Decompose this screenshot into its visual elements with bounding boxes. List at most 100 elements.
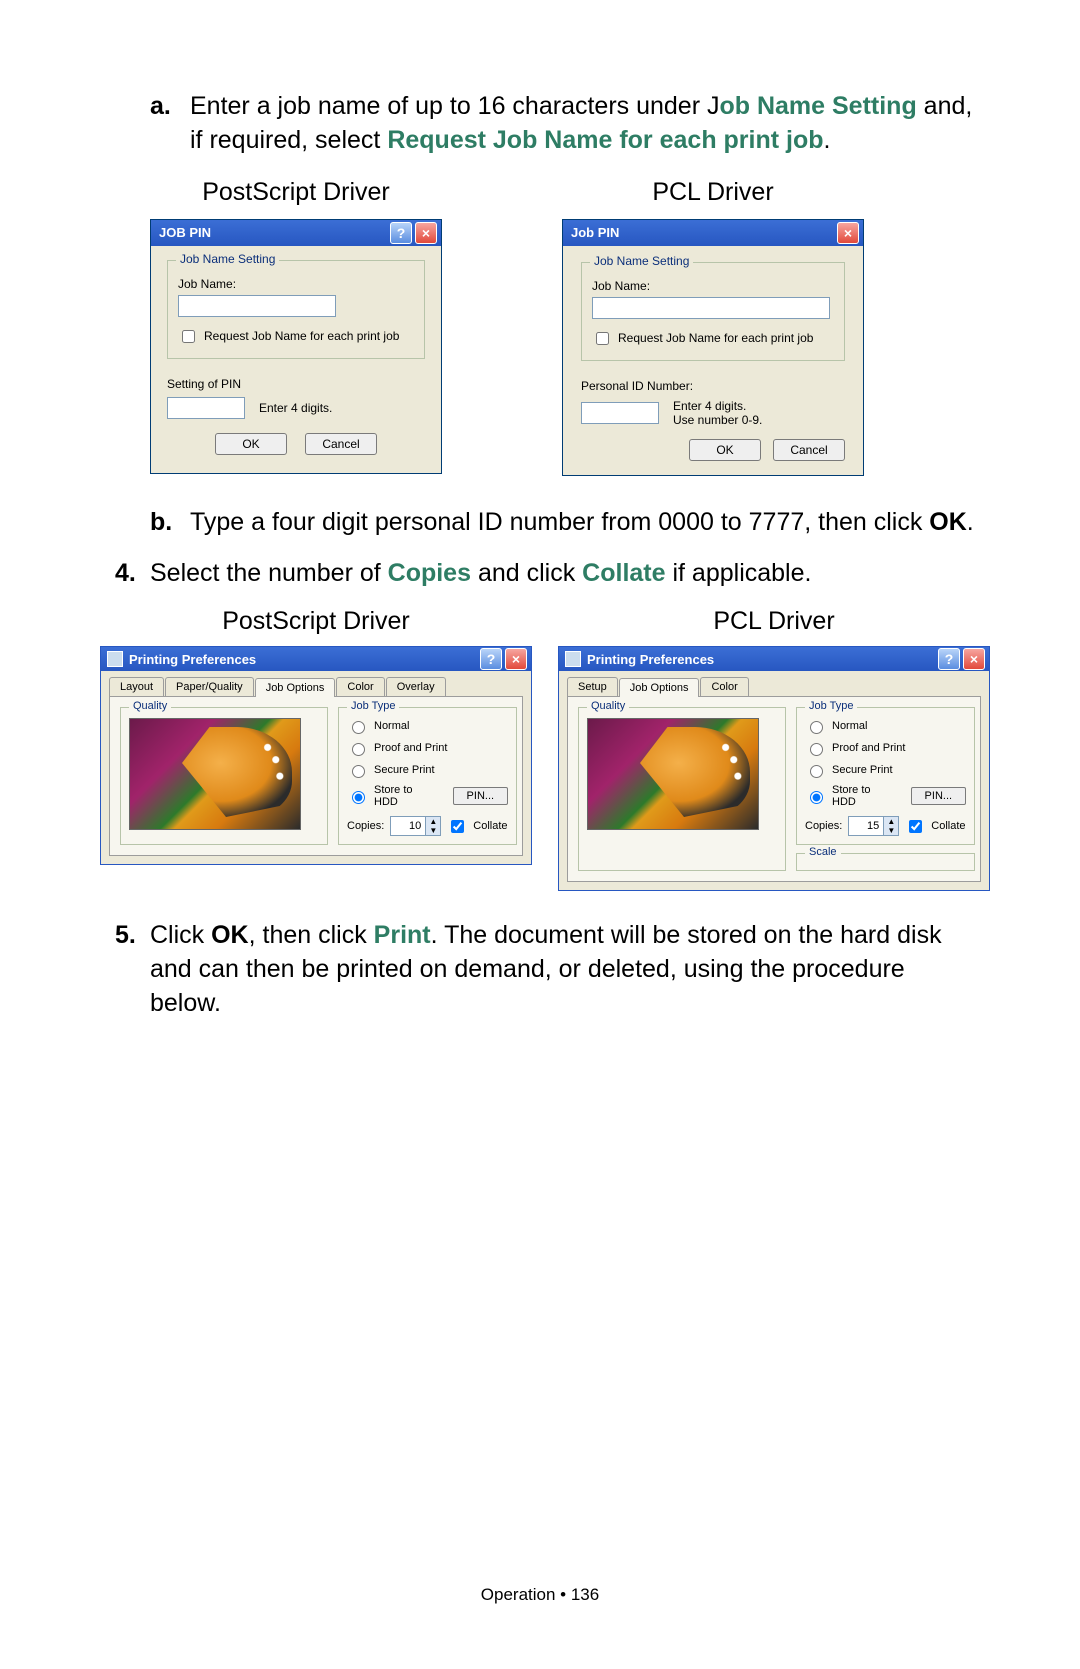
printer-icon (565, 651, 581, 667)
copies-label-pcl: Copies: (805, 820, 842, 832)
cancel-button-ps[interactable]: Cancel (305, 433, 377, 455)
radio-normal-pcl[interactable] (810, 721, 823, 734)
step-5-text: Click OK, then click Print. The document… (150, 919, 980, 1020)
step-b-label: b. (150, 506, 190, 540)
tab-joboptions[interactable]: Job Options (255, 678, 336, 697)
step-a-label: a. (150, 90, 190, 158)
pin-hint2-pcl: Use number 0-9. (673, 413, 762, 427)
preview-image-ps (129, 718, 301, 830)
step-4-text: Select the number of Copies and click Co… (150, 557, 811, 591)
jobtype-legend-pcl: Job Type (805, 700, 857, 712)
radio-secure-pcl[interactable] (810, 765, 823, 778)
tab-paperquality[interactable]: Paper/Quality (165, 677, 254, 696)
preview-image-pcl (587, 718, 759, 830)
ok-button-ps[interactable]: OK (215, 433, 287, 455)
jobpin-figure-row: PostScript Driver JOB PIN ? × Job Name S… (150, 178, 980, 476)
jobname-input-ps[interactable] (178, 295, 336, 317)
pin-input-ps[interactable] (167, 397, 245, 419)
jobpin-pcl-title: Job PIN (571, 225, 619, 240)
butterfly-icon (182, 727, 292, 817)
request-jobname-checkbox-ps[interactable] (182, 330, 195, 343)
help-icon[interactable]: ? (390, 222, 412, 244)
prefs-ps-title: Printing Preferences (129, 652, 256, 667)
scale-group-pcl: Scale (796, 853, 975, 871)
copies-spinner-pcl[interactable]: 15 ▲▼ (848, 816, 899, 836)
request-jobname-label-pcl: Request Job Name for each print job (618, 331, 813, 345)
jobname-group-pcl: Job Name Setting Job Name: Request Job N… (581, 262, 845, 361)
spinner-up-icon[interactable]: ▲ (425, 817, 440, 826)
tab-color[interactable]: Color (336, 677, 384, 696)
printer-icon (107, 651, 123, 667)
request-jobname-checkbox-pcl[interactable] (596, 332, 609, 345)
prefs-figure-row: PostScript Driver Printing Preferences ?… (100, 607, 980, 891)
request-jobname-label-ps: Request Job Name for each print job (204, 329, 399, 343)
cancel-button-pcl[interactable]: Cancel (773, 439, 845, 461)
prefs-ps-titlebar[interactable]: Printing Preferences ? × (101, 647, 531, 671)
pcl-label-2: PCL Driver (558, 607, 990, 636)
tab-overlay[interactable]: Overlay (386, 677, 446, 696)
quality-group-pcl: Quality (578, 707, 786, 871)
tab-joboptions-pcl[interactable]: Job Options (619, 678, 700, 697)
quality-group-ps: Quality (120, 707, 328, 845)
jobname-legend-ps: Job Name Setting (176, 252, 279, 266)
jobname-input-pcl[interactable] (592, 297, 830, 319)
page-footer: Operation • 136 (0, 1585, 1080, 1605)
spinner-up-icon[interactable]: ▲ (883, 817, 898, 826)
jobname-label-pcl: Job Name: (592, 279, 834, 293)
copies-label-ps: Copies: (347, 820, 384, 832)
ok-button-pcl[interactable]: OK (689, 439, 761, 461)
ps-label-1: PostScript Driver (150, 178, 442, 207)
tab-layout[interactable]: Layout (109, 677, 164, 696)
jobtype-group-pcl: Job Type Normal Proof and Print Secure P… (796, 707, 975, 845)
prefs-pcl-titlebar[interactable]: Printing Preferences ? × (559, 647, 989, 671)
prefs-pcl-title: Printing Preferences (587, 652, 714, 667)
collate-label-ps: Collate (473, 820, 507, 832)
jobpin-pcl-titlebar[interactable]: Job PIN × (563, 220, 863, 246)
ps-label-2: PostScript Driver (100, 607, 532, 636)
pin-hint1-pcl: Enter 4 digits. (673, 399, 762, 413)
radio-storehdd-ps[interactable] (352, 791, 365, 804)
step-b-text: Type a four digit personal ID number fro… (190, 506, 974, 540)
radio-normal-ps[interactable] (352, 721, 365, 734)
copies-spinner-ps[interactable]: 10 ▲▼ (390, 816, 441, 836)
pin-button-pcl[interactable]: PIN... (911, 787, 965, 805)
step-5-label: 5. (115, 919, 150, 1020)
collate-checkbox-pcl[interactable] (909, 820, 922, 833)
spinner-down-icon[interactable]: ▼ (883, 826, 898, 835)
tab-setup[interactable]: Setup (567, 677, 618, 696)
close-icon[interactable]: × (415, 222, 437, 244)
jobpin-pcl-dialog: Job PIN × Job Name Setting Job Name: Req… (562, 219, 864, 476)
jobtype-group-ps: Job Type Normal Proof and Print Secure P… (338, 707, 517, 845)
pin-hint-ps: Enter 4 digits. (259, 401, 332, 415)
help-icon[interactable]: ? (938, 648, 960, 670)
jobname-group-ps: Job Name Setting Job Name: Request Job N… (167, 260, 425, 359)
prefs-ps-tabs: Layout Paper/Quality Job Options Color O… (101, 671, 531, 696)
jobpin-ps-dialog: JOB PIN ? × Job Name Setting Job Name: R… (150, 219, 442, 474)
help-icon[interactable]: ? (480, 648, 502, 670)
prefs-pcl-window: Printing Preferences ? × Setup Job Optio… (558, 646, 990, 891)
jobpin-ps-title: JOB PIN (159, 225, 211, 240)
radio-storehdd-pcl[interactable] (810, 791, 823, 804)
step-5: 5. Click OK, then click Print. The docum… (115, 919, 980, 1020)
radio-proof-ps[interactable] (352, 743, 365, 756)
radio-secure-ps[interactable] (352, 765, 365, 778)
spinner-down-icon[interactable]: ▼ (425, 826, 440, 835)
close-icon[interactable]: × (963, 648, 985, 670)
radio-proof-pcl[interactable] (810, 743, 823, 756)
close-icon[interactable]: × (837, 222, 859, 244)
jobpin-ps-titlebar[interactable]: JOB PIN ? × (151, 220, 441, 246)
close-icon[interactable]: × (505, 648, 527, 670)
pin-input-pcl[interactable] (581, 402, 659, 424)
quality-legend-ps: Quality (129, 700, 171, 712)
jobname-legend-pcl: Job Name Setting (590, 254, 693, 268)
pin-button-ps[interactable]: PIN... (453, 787, 507, 805)
pin-label-pcl: Personal ID Number: (581, 379, 845, 393)
collate-label-pcl: Collate (931, 820, 965, 832)
step-a-text: Enter a job name of up to 16 characters … (190, 90, 980, 158)
butterfly-icon (640, 727, 750, 817)
jobname-label-ps: Job Name: (178, 277, 414, 291)
collate-checkbox-ps[interactable] (451, 820, 464, 833)
tab-color-pcl[interactable]: Color (700, 677, 748, 696)
scale-legend-pcl: Scale (805, 846, 841, 858)
step-a: a. Enter a job name of up to 16 characte… (150, 90, 980, 158)
